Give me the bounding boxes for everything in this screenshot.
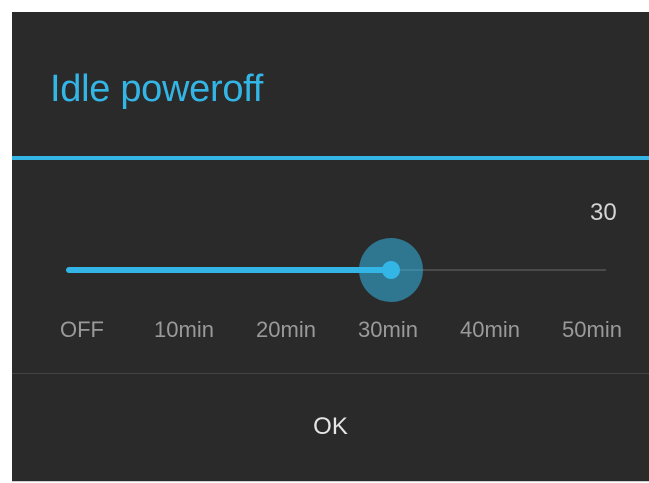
slider-option-label[interactable]: 50min bbox=[562, 316, 622, 344]
title-divider bbox=[12, 156, 649, 160]
dialog-title: Idle poweroff bbox=[50, 68, 263, 110]
current-value: 30 bbox=[590, 199, 617, 226]
ok-button[interactable]: OK bbox=[12, 374, 649, 480]
slider-thumb[interactable] bbox=[382, 261, 400, 279]
slider-fill bbox=[66, 267, 391, 273]
slider-labels: OFF 10min 20min 30min 40min 50min bbox=[12, 316, 649, 346]
slider-option-label[interactable]: 40min bbox=[460, 316, 520, 344]
slider-option-label[interactable]: 10min bbox=[154, 316, 214, 344]
slider-option-label[interactable]: 30min bbox=[358, 316, 418, 344]
idle-poweroff-dialog: Idle poweroff 30 OFF 10min 20min 30min 40min… bbox=[12, 12, 649, 482]
slider-option-label[interactable]: 20min bbox=[256, 316, 316, 344]
slider-option-label[interactable]: OFF bbox=[60, 316, 104, 344]
